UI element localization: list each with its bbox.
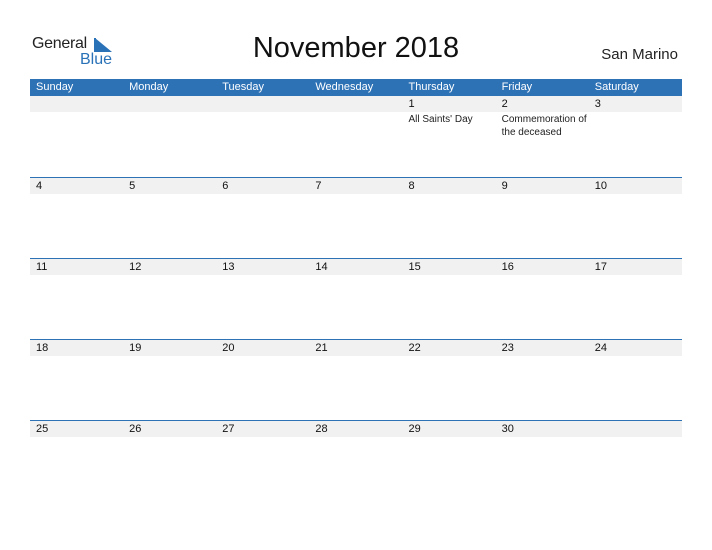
day-event — [123, 356, 216, 357]
event-row — [30, 275, 682, 276]
day-number-row: 18 19 20 21 22 23 24 — [30, 340, 682, 356]
day-event — [30, 275, 123, 276]
day-event — [30, 356, 123, 357]
day-number: 18 — [36, 342, 49, 354]
day-event — [496, 356, 589, 357]
event-row — [30, 437, 682, 438]
day-number: 29 — [408, 423, 421, 435]
day-number: 2 — [501, 98, 508, 110]
day-number-row: 11 12 13 14 15 16 17 — [30, 259, 682, 275]
day-number: 17 — [594, 261, 607, 273]
day-event — [123, 437, 216, 438]
day-number — [30, 96, 123, 112]
week-row: 11 12 13 14 15 16 17 — [30, 258, 682, 339]
event-row: All Saints' Day Commemoration of the dece… — [30, 112, 682, 139]
weekday-wednesday: Wednesday — [315, 81, 374, 93]
day-event — [309, 275, 402, 276]
day-event — [216, 437, 309, 438]
day-number: 22 — [408, 342, 421, 354]
day-number: 20 — [222, 342, 235, 354]
day-event — [589, 275, 682, 276]
day-event — [216, 275, 309, 276]
week-row: 25 26 27 28 29 30 — [30, 420, 682, 501]
weekday-monday: Monday — [129, 81, 169, 93]
day-number: 11 — [36, 261, 48, 273]
day-number — [589, 421, 682, 437]
country-label: San Marino — [601, 46, 678, 63]
day-number — [216, 96, 309, 112]
day-event — [30, 112, 123, 139]
day-number: 24 — [594, 342, 607, 354]
day-number: 10 — [594, 180, 607, 192]
day-number: 28 — [315, 423, 328, 435]
weekday-tuesday: Tuesday — [222, 81, 265, 93]
day-number: 23 — [501, 342, 514, 354]
day-number: 19 — [129, 342, 142, 354]
week-row: 1 2 3 All Saints' Day Commemoration of the d… — [30, 96, 682, 177]
day-event — [309, 112, 402, 139]
day-number: 7 — [315, 180, 322, 192]
day-event — [30, 437, 123, 438]
week-row: 4 5 6 7 8 9 10 — [30, 177, 682, 258]
day-number: 25 — [36, 423, 49, 435]
day-event — [496, 194, 589, 195]
day-event — [123, 275, 216, 276]
weeks-container: 1 2 3 All Saints' Day Commemoration of the d… — [30, 96, 682, 501]
day-event — [589, 356, 682, 357]
calendar-grid: Sunday Monday Tuesday Wednesday Thursday… — [30, 79, 682, 501]
day-number: 5 — [129, 180, 136, 192]
day-number: 16 — [501, 261, 514, 273]
day-event — [309, 194, 402, 195]
day-event — [123, 112, 216, 139]
day-number-row: 4 5 6 7 8 9 10 — [30, 178, 682, 194]
day-number: 21 — [315, 342, 328, 354]
day-event — [403, 437, 496, 438]
day-number: 15 — [408, 261, 421, 273]
weekday-thursday: Thursday — [408, 81, 455, 93]
day-number: 26 — [129, 423, 142, 435]
day-number — [309, 96, 402, 112]
day-number: 14 — [315, 261, 328, 273]
day-number: 12 — [129, 261, 142, 273]
day-number: 4 — [36, 180, 43, 192]
day-event — [403, 356, 496, 357]
day-number: 1 — [408, 98, 415, 110]
weekday-header: Sunday Monday Tuesday Wednesday Thursday… — [30, 79, 682, 96]
weekday-sunday: Sunday — [36, 81, 74, 93]
day-event — [216, 356, 309, 357]
day-event — [589, 112, 682, 139]
day-number: 9 — [501, 180, 508, 192]
day-number: 3 — [594, 98, 601, 110]
weekday-saturday: Saturday — [594, 81, 639, 93]
day-event: Commemoration of the deceased — [501, 114, 587, 138]
day-event — [589, 194, 682, 195]
week-row: 18 19 20 21 22 23 24 — [30, 339, 682, 420]
day-number: 8 — [408, 180, 415, 192]
day-event — [403, 275, 496, 276]
day-number: 6 — [222, 180, 229, 192]
day-event — [216, 112, 309, 139]
day-event — [309, 437, 402, 438]
day-number — [123, 96, 216, 112]
event-row — [30, 194, 682, 195]
day-event — [30, 194, 123, 195]
day-event — [496, 275, 589, 276]
day-event — [496, 437, 589, 438]
day-number: 30 — [501, 423, 514, 435]
event-row — [30, 356, 682, 357]
day-event — [123, 194, 216, 195]
day-event — [216, 194, 309, 195]
day-event — [403, 194, 496, 195]
day-number-row: 25 26 27 28 29 30 — [30, 421, 682, 437]
day-event: All Saints' Day — [408, 114, 473, 125]
day-number: 27 — [222, 423, 235, 435]
day-number-row: 1 2 3 — [30, 96, 682, 112]
day-number: 13 — [222, 261, 235, 273]
weekday-friday: Friday — [501, 81, 533, 93]
day-event — [589, 437, 682, 438]
day-event — [309, 356, 402, 357]
